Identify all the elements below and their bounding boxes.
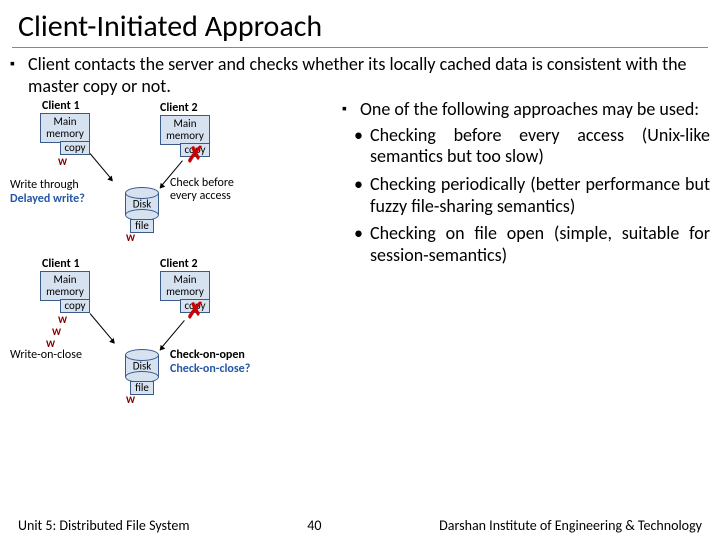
label-client1-bot: Client 1 — [42, 257, 80, 271]
arrow-c1-disk-top — [90, 153, 113, 180]
content-row: Client 1 Main memory copy W Client 2 Mai… — [0, 99, 720, 479]
text-area: One of the following approaches may be u… — [330, 99, 710, 479]
label-check-before: Check before every access — [170, 177, 260, 203]
label-check-on-close: Check-on-close? — [170, 363, 250, 376]
footer-left: Unit 5: Distributed File System — [18, 517, 190, 534]
w-file-top: W — [126, 231, 135, 244]
arrow-c1-disk-bot — [90, 313, 115, 343]
title-rule — [12, 47, 708, 48]
footer-right: Darshan Institute of Engineering & Techn… — [439, 517, 702, 534]
cross-icon-bot: ✗ — [186, 297, 204, 324]
box-mainmem-c1-top: Main memory — [40, 113, 90, 143]
disk-label-top: Disk — [125, 198, 159, 211]
sub-heading: One of the following approaches may be u… — [340, 99, 710, 121]
box-mainmem-c1-bot: Main memory — [40, 271, 90, 301]
label-write-through: Write through — [10, 179, 79, 192]
cross-icon-top: ✗ — [186, 141, 204, 168]
label-client1-top: Client 1 — [42, 99, 80, 113]
label-client2-bot: Client 2 — [160, 257, 198, 271]
bullet-2: Checking periodically (better performanc… — [340, 174, 710, 217]
label-check-on-open: Check-on-open — [170, 349, 245, 362]
intro-text: Client contacts the server and checks wh… — [0, 54, 720, 99]
label-client2-top: Client 2 — [160, 101, 198, 115]
arrow-disk-c2-bot — [160, 320, 185, 350]
box-copy-c1-top: copy — [60, 141, 90, 155]
footer-page: 40 — [190, 517, 440, 534]
slide-title: Client-Initiated Approach — [0, 0, 720, 47]
label-delayed-write: Delayed write? — [10, 193, 85, 206]
diagram-area: Client 1 Main memory copy W Client 2 Mai… — [10, 99, 330, 479]
w-c1-top: W — [58, 155, 67, 168]
box-copy-c1-bot: copy — [60, 299, 90, 313]
disk-label-bot: Disk — [125, 360, 159, 373]
w-file-bot: W — [126, 393, 135, 406]
disk-cyl-top: Disk — [125, 187, 159, 221]
footer: Unit 5: Distributed File System 40 Darsh… — [0, 517, 720, 534]
bullet-1: Checking before every access (Unix-like … — [340, 125, 710, 168]
bullet-3: Checking on file open (simple, suitable … — [340, 223, 710, 266]
disk-cyl-bot: Disk — [125, 349, 159, 383]
label-write-on-close: Write-on-close — [10, 349, 82, 362]
